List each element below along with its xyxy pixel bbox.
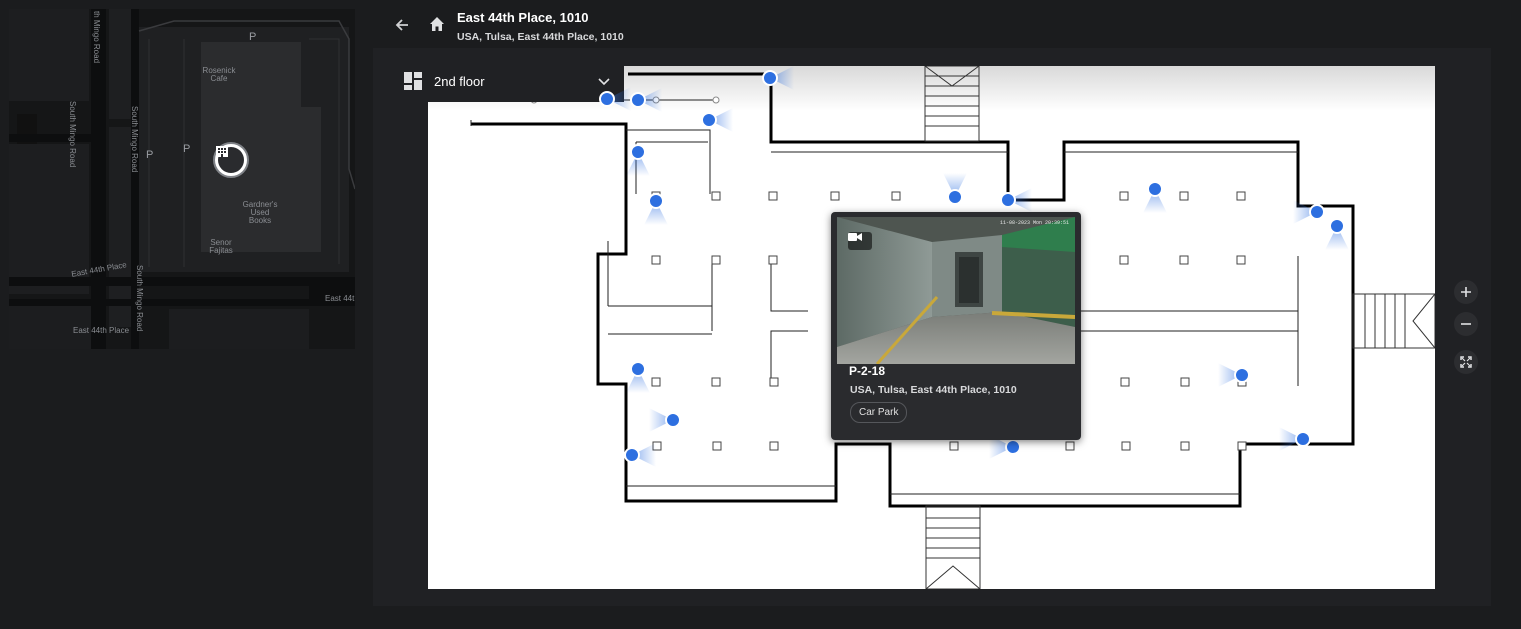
map-tiles [9,9,355,349]
camera-marker-icon[interactable] [1000,192,1016,208]
floor-plan-icon [404,72,422,90]
camera-marker-icon[interactable] [1147,181,1163,197]
camera-marker-icon[interactable] [1234,367,1250,383]
zoom-in-button[interactable] [1454,280,1478,304]
parking-label: P [183,143,191,155]
camera-marker-icon[interactable] [701,112,717,128]
parking-label: P [249,31,257,43]
camera-tag[interactable]: Car Park [850,402,908,423]
camera-marker-icon[interactable] [947,189,963,205]
page-title: East 44th Place, 1010 [457,10,589,25]
zoom-out-button[interactable] [1454,312,1478,336]
fullscreen-icon [1460,356,1472,368]
camera-preview[interactable]: 11-08-2023 Mon 20:39:51 [837,217,1075,364]
camera-marker-icon[interactable] [630,361,646,377]
minus-icon [1461,323,1471,325]
poi-label: Gardner's Used Books [242,200,278,225]
camera-preview-image [837,217,1075,364]
building-icon [216,146,244,173]
road-label: South Mingo Road [135,265,144,332]
building-marker[interactable] [213,142,249,178]
road-label: South Mingo Road [68,101,77,168]
road-label: East 44th Place [73,326,130,335]
camera-marker-icon[interactable] [624,447,640,463]
video-camera-icon [848,232,872,250]
chevron-down-icon [598,78,610,86]
video-timestamp: 11-08-2023 Mon 20:39:51 [999,220,1069,226]
page-subtitle: USA, Tulsa, East 44th Place, 1010 [457,31,624,43]
camera-name: P-2-18 [849,364,886,378]
camera-marker-icon[interactable] [762,70,778,86]
road-label: South Mingo Road [130,106,139,173]
plus-icon [1461,287,1471,297]
floor-selector[interactable]: 2nd floor [389,60,624,102]
camera-marker-icon[interactable] [599,91,615,107]
camera-marker-icon[interactable] [1005,439,1021,455]
floor-selector-label: 2nd floor [434,73,485,89]
poi-label: Rosenick Cafe [202,66,236,83]
camera-marker-icon[interactable] [648,193,664,209]
poi-label: Senor Fajitas [209,238,233,255]
camera-popup[interactable]: 11-08-2023 Mon 20:39:51 P-2-18 USA, Tuls… [831,212,1081,440]
camera-address: USA, Tulsa, East 44th Place, 1010 [850,384,1017,396]
home-icon[interactable] [427,14,447,34]
camera-marker-icon[interactable] [1329,218,1345,234]
arrow-left-icon [395,19,408,31]
camera-marker-icon[interactable] [1309,204,1325,220]
fullscreen-button[interactable] [1454,350,1478,374]
camera-marker-icon[interactable] [665,412,681,428]
camera-marker-icon[interactable] [630,92,646,108]
road-label: th Mingo Road [92,11,101,64]
camera-marker-icon[interactable] [1295,431,1311,447]
parking-label: P [146,149,154,161]
back-button[interactable] [392,14,414,36]
road-label: East 44t [325,294,355,303]
mini-map[interactable]: th Mingo Road South Mingo Road South Min… [9,9,355,349]
camera-marker-icon[interactable] [630,144,646,160]
